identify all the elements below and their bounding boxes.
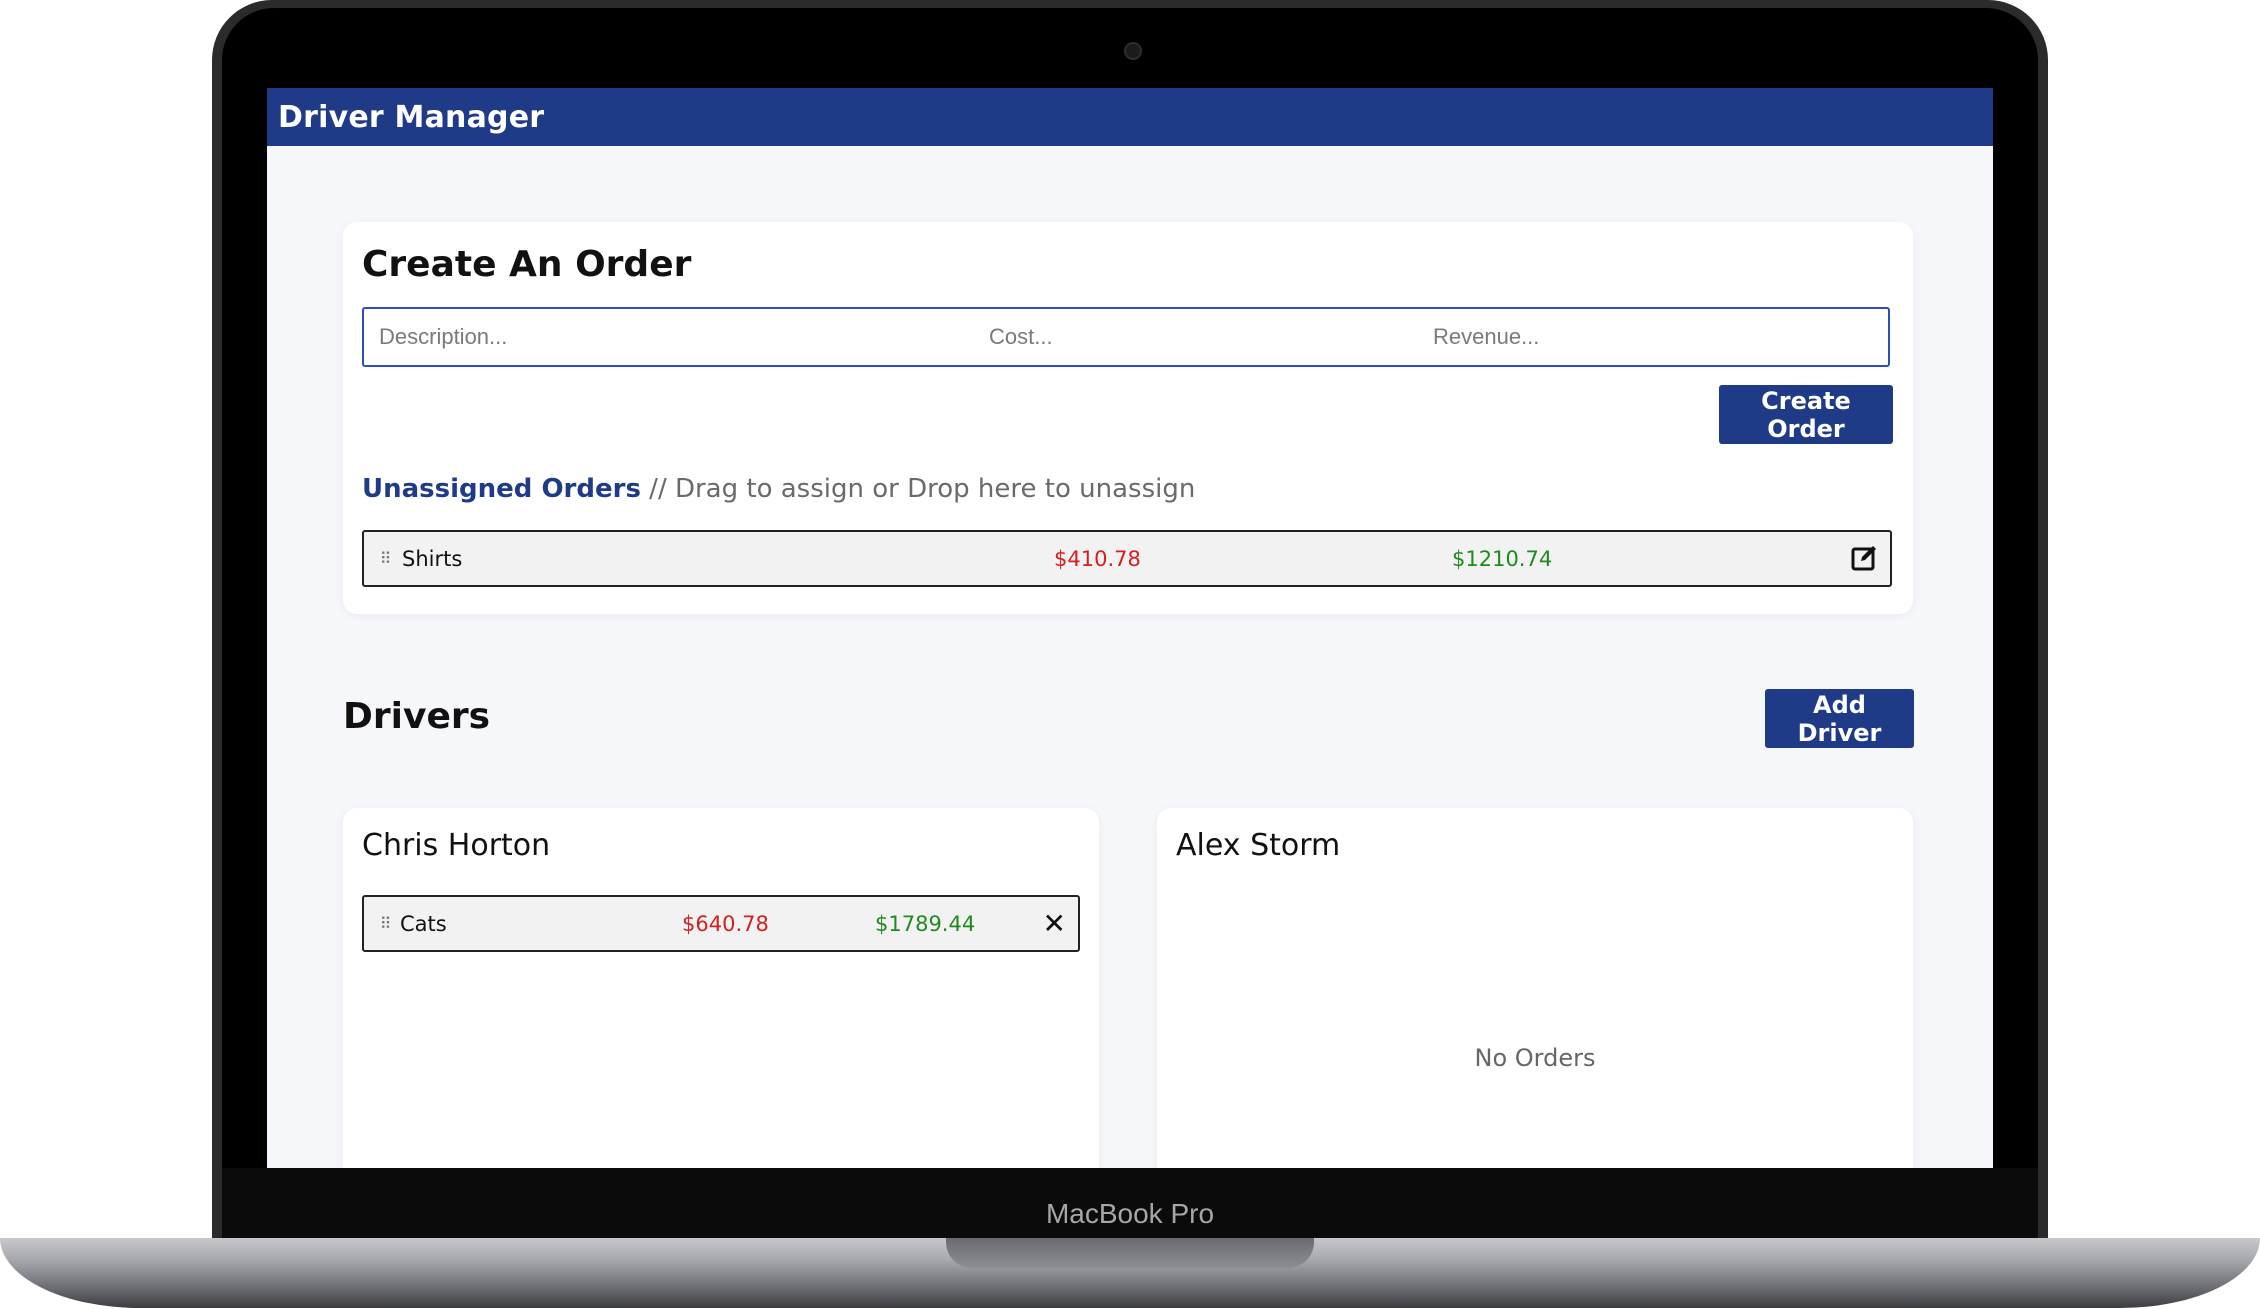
- order-description: Cats: [400, 911, 447, 936]
- cost-input[interactable]: [959, 309, 1418, 365]
- drivers-heading: Drivers: [343, 696, 491, 737]
- drag-handle-icon[interactable]: ⠿: [370, 549, 400, 568]
- unassigned-orders-heading: Unassigned Orders // Drag to assign or D…: [362, 474, 1195, 504]
- order-description: Shirts: [402, 546, 463, 571]
- driver-order-row[interactable]: ⠿ Cats $640.78 $1789.44 ✕: [362, 895, 1080, 952]
- order-input-group: [362, 307, 1890, 367]
- driver-name: Alex Storm: [1176, 828, 1341, 863]
- driver-card[interactable]: Chris Horton ⠿ Cats $640.78 $1789.44 ✕: [343, 808, 1099, 1168]
- unassigned-order-row[interactable]: ⠿ Shirts $410.78 $1210.74: [362, 530, 1892, 587]
- top-navbar: Driver Manager: [267, 88, 1993, 146]
- app-title[interactable]: Driver Manager: [278, 100, 544, 135]
- create-order-card: Create An Order Create Order Unassigned …: [343, 222, 1913, 614]
- order-cost: $410.78: [1054, 546, 1141, 571]
- app-screen: Driver Manager Create An Order Create Or…: [267, 88, 1993, 1168]
- device-label: MacBook Pro: [1045, 1198, 1215, 1229]
- order-revenue: $1789.44: [875, 911, 976, 936]
- create-order-title: Create An Order: [362, 244, 692, 285]
- create-order-button[interactable]: Create Order: [1719, 385, 1893, 444]
- laptop-notch: [946, 1238, 1314, 1268]
- description-input[interactable]: [364, 309, 959, 365]
- revenue-input[interactable]: [1418, 309, 1888, 365]
- order-revenue: $1210.74: [1452, 546, 1553, 571]
- remove-order-icon[interactable]: ✕: [1043, 907, 1066, 940]
- driver-name: Chris Horton: [362, 828, 551, 863]
- camera-icon: [1124, 42, 1142, 60]
- unassigned-orders-title: Unassigned Orders: [362, 474, 641, 504]
- drag-handle-icon[interactable]: ⠿: [370, 914, 400, 933]
- driver-card[interactable]: Alex Storm No Orders: [1157, 808, 1913, 1168]
- order-cost: $640.78: [682, 911, 769, 936]
- edit-icon[interactable]: [1850, 544, 1878, 572]
- add-driver-button[interactable]: Add Driver: [1765, 689, 1914, 748]
- unassigned-orders-hint: // Drag to assign or Drop here to unassi…: [640, 474, 1196, 504]
- no-orders-placeholder: No Orders: [1474, 1044, 1596, 1072]
